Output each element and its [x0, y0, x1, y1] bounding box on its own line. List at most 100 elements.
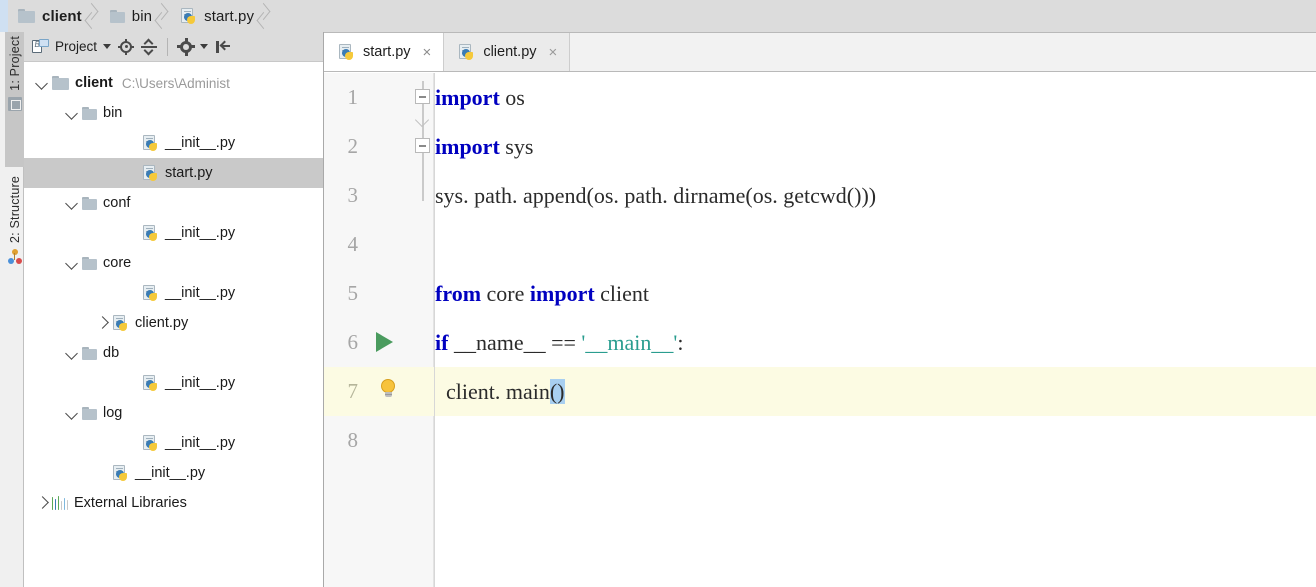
- close-icon[interactable]: ×: [549, 44, 558, 61]
- python-file-icon: [142, 224, 159, 242]
- chevron-down-icon[interactable]: [62, 98, 82, 128]
- tool-window-tab-project[interactable]: 1: Project: [5, 32, 24, 167]
- code-line[interactable]: 8: [324, 416, 1316, 465]
- code-line[interactable]: 2 import sys: [324, 122, 1316, 171]
- code-token: '__main__': [581, 330, 678, 355]
- code-content[interactable]: 1 import os 2 import sys 3 sys. path. append(…: [324, 73, 1316, 587]
- editor-tab-start-py[interactable]: start.py ×: [324, 33, 445, 71]
- project-tool-window: Project: [24, 32, 324, 587]
- folder-icon: [18, 9, 35, 23]
- editor-tab-label: client.py: [483, 44, 537, 60]
- chevron-right-icon[interactable]: [92, 308, 112, 338]
- chevron-right-icon[interactable]: [32, 488, 52, 518]
- breadcrumb-item-bin[interactable]: bin: [100, 0, 154, 32]
- code-token: sys. path. append(os. path. dirname(os. …: [435, 183, 877, 208]
- tree-row[interactable]: __init__.py: [24, 458, 323, 488]
- project-view-icon: [32, 39, 49, 54]
- chevron-down-icon: [200, 44, 209, 49]
- folder-icon: [82, 196, 97, 210]
- gutter-marker[interactable]: [366, 367, 412, 416]
- intention-bulb-icon[interactable]: [380, 379, 396, 401]
- run-arrow-icon[interactable]: [376, 332, 393, 352]
- breadcrumb-item-client[interactable]: client: [8, 0, 84, 32]
- editor-tab-bar: start.py × client.py ×: [324, 32, 1316, 72]
- code-line[interactable]: 3 sys. path. append(os. path. dirname(os.…: [324, 171, 1316, 220]
- gutter-marker[interactable]: [366, 122, 412, 171]
- code-line[interactable]: 5 from core import client: [324, 269, 1316, 318]
- chevron-down-icon[interactable]: [62, 188, 82, 218]
- editor-tab-client-py[interactable]: client.py ×: [444, 33, 571, 71]
- python-file-icon: [180, 7, 197, 25]
- breadcrumb-separator-icon: [256, 0, 272, 32]
- tree-row[interactable]: __init__.py: [24, 278, 323, 308]
- fold-minus-icon[interactable]: [415, 138, 430, 153]
- editor-tab-label: start.py: [363, 44, 411, 60]
- library-icon: [52, 496, 69, 510]
- breadcrumb-label: bin: [131, 7, 153, 25]
- breadcrumb-label: client: [42, 7, 82, 25]
- code-token: import: [529, 281, 595, 306]
- tree-row[interactable]: log: [24, 398, 323, 428]
- folder-icon: [82, 406, 97, 420]
- tool-window-tab-structure[interactable]: 2: Structure: [5, 172, 24, 307]
- fold-minus-icon[interactable]: [415, 89, 430, 104]
- tree-row-label: External Libraries: [74, 495, 187, 511]
- tree-row[interactable]: bin: [24, 98, 323, 128]
- python-file-icon: [112, 314, 129, 332]
- chevron-down-icon[interactable]: [62, 398, 82, 428]
- code-line[interactable]: 1 import os: [324, 73, 1316, 122]
- breadcrumb-left-edge: [0, 0, 8, 32]
- tree-row[interactable]: db: [24, 338, 323, 368]
- tree-row[interactable]: __init__.py: [24, 218, 323, 248]
- tree-row[interactable]: client.py: [24, 308, 323, 338]
- tree-row-label: __init__.py: [165, 225, 236, 241]
- chevron-down-icon[interactable]: [62, 338, 82, 368]
- project-tree[interactable]: client C:\Users\Administ bin __init__.py sta…: [24, 62, 323, 518]
- line-number: 8: [347, 428, 359, 452]
- tree-row[interactable]: External Libraries: [24, 488, 323, 518]
- code-line[interactable]: 7 client. main(): [324, 367, 1316, 416]
- python-file-icon: [142, 374, 159, 392]
- tree-row[interactable]: __init__.py: [24, 128, 323, 158]
- code-editor[interactable]: 1 import os 2 import sys 3 sys. path. append(…: [324, 73, 1316, 587]
- editor-area: start.py × client.py × 1 import os 2 import sy…: [324, 32, 1316, 587]
- python-file-icon: [458, 43, 475, 61]
- tree-row[interactable]: conf: [24, 188, 323, 218]
- tree-row-label: __init__.py: [165, 435, 236, 451]
- code-token: os: [499, 85, 525, 110]
- tree-row[interactable]: __init__.py: [24, 428, 323, 458]
- gutter-marker[interactable]: [366, 318, 412, 367]
- tool-window-tab-label: 1: Project: [7, 36, 22, 91]
- line-number: 2: [347, 134, 359, 158]
- code-folding-column[interactable]: [412, 73, 434, 587]
- project-view-label: Project: [55, 39, 98, 54]
- gutter-marker: [366, 220, 412, 269]
- tree-row-label: __init__.py: [135, 465, 206, 481]
- scroll-from-source-button[interactable]: [118, 35, 135, 59]
- tree-row[interactable]: client C:\Users\Administ: [24, 68, 323, 98]
- code-line[interactable]: 6 if __name__ == '__main__':: [324, 318, 1316, 367]
- tree-row-path: C:\Users\Administ: [121, 75, 230, 91]
- tree-row-label: client: [75, 75, 113, 91]
- gutter-marker[interactable]: [366, 73, 412, 122]
- tree-row[interactable]: start.py: [24, 158, 323, 188]
- hide-panel-button[interactable]: [215, 35, 231, 59]
- code-token: client: [594, 281, 650, 306]
- line-number: 1: [347, 85, 359, 109]
- chevron-down-icon[interactable]: [32, 68, 52, 98]
- chevron-down-icon[interactable]: [62, 248, 82, 278]
- folder-icon: [82, 106, 97, 120]
- project-settings-button[interactable]: [177, 35, 209, 59]
- breadcrumb-item-startpy[interactable]: start.py: [170, 0, 256, 32]
- project-view-selector[interactable]: Project: [32, 35, 112, 59]
- tree-row[interactable]: __init__.py: [24, 368, 323, 398]
- code-line-text: client. main(): [435, 367, 565, 416]
- structure-window-icon: [7, 249, 22, 265]
- code-line[interactable]: 4: [324, 220, 1316, 269]
- code-line-text: import sys: [435, 122, 533, 171]
- collapse-all-button[interactable]: [141, 35, 158, 59]
- code-line-text: sys. path. append(os. path. dirname(os. …: [435, 171, 876, 220]
- tree-row-label: start.py: [165, 165, 213, 181]
- tree-row[interactable]: core: [24, 248, 323, 278]
- close-icon[interactable]: ×: [423, 44, 432, 61]
